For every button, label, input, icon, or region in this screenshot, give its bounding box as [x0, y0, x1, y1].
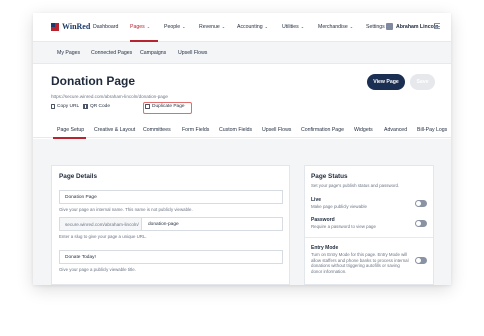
tab-committees[interactable]: Committees: [143, 127, 171, 133]
top-navigation: WinRed Dashboard Pages ⌄ People ⌄ Revenue ⌄…: [33, 13, 451, 42]
subnav-upsell-flows[interactable]: Upsell Flows: [178, 50, 207, 56]
page-details-card: Page Details Donation Page Give your pag…: [51, 165, 290, 285]
slug-help: Enter a slug to give your page a unique …: [59, 234, 147, 239]
copy-icon: [51, 104, 55, 109]
live-label: Live: [311, 197, 322, 203]
view-page-button[interactable]: View Page: [367, 74, 405, 90]
entry-mode-toggle[interactable]: [415, 257, 427, 264]
slug-field[interactable]: secure.winred.com/abraham-lincoln/ donat…: [59, 217, 283, 231]
nav-label: Merchandise: [318, 24, 348, 30]
tab-form-fields[interactable]: Form Fields: [182, 127, 209, 133]
tab-bill-pay-logs[interactable]: Bill-Pay Logs: [417, 127, 447, 133]
page-title: Donation Page: [51, 74, 136, 88]
subnav-connected-pages[interactable]: Connected Pages: [91, 50, 132, 56]
nav-item-utilities[interactable]: Utilities ⌄: [282, 24, 304, 30]
page-status-subtitle: Set your page's publish status and passw…: [311, 183, 400, 188]
tab-page-setup[interactable]: Page Setup: [57, 127, 84, 133]
tab-confirmation-page[interactable]: Confirmation Page: [301, 127, 344, 133]
nav-item-settings[interactable]: Settings: [366, 24, 385, 30]
tab-custom-fields[interactable]: Custom Fields: [219, 127, 252, 133]
tab-creative-layout[interactable]: Creative & Layout: [94, 127, 135, 133]
app-window: WinRed Dashboard Pages ⌄ People ⌄ Revenue ⌄…: [33, 13, 451, 285]
toggle-knob: [416, 201, 421, 206]
duplicate-icon: [145, 104, 150, 109]
chevron-down-icon: ⌄: [221, 24, 226, 29]
save-button[interactable]: Save: [410, 74, 435, 90]
subnav-campaigns[interactable]: Campaigns: [140, 50, 166, 56]
qr-code-icon: [83, 104, 88, 109]
page-name-help: Give your page an internal name. This na…: [59, 207, 193, 212]
nav-item-revenue[interactable]: Revenue ⌄: [199, 24, 225, 30]
live-desc: Make page publicly viewable: [311, 204, 367, 209]
subnav-my-pages[interactable]: My Pages: [57, 50, 80, 56]
nav-label: Accounting: [237, 24, 263, 30]
page-details-title: Page Details: [59, 173, 98, 180]
avatar[interactable]: [386, 23, 393, 30]
winred-logo[interactable]: WinRed: [51, 22, 90, 31]
content-area: Page Details Donation Page Give your pag…: [33, 139, 451, 285]
nav-label: Utilities: [282, 24, 299, 30]
nav-label: Settings: [366, 24, 385, 30]
qr-code-label: QR Code: [90, 104, 110, 109]
slug-prefix-text: secure.winred.com/abraham-lincoln/: [65, 222, 139, 227]
user-name[interactable]: Abraham Lincoln: [396, 24, 438, 30]
logo-text: WinRed: [62, 22, 91, 31]
duplicate-page-button[interactable]: Duplicate Page: [145, 104, 185, 109]
toggle-knob: [416, 258, 421, 263]
page-url[interactable]: https://secure.winred.com/abraham-lincol…: [51, 94, 168, 99]
page-name-field[interactable]: Donation Page: [59, 190, 283, 204]
nav-item-pages[interactable]: Pages ⌄: [130, 24, 150, 30]
copy-url-label: Copy URL: [57, 104, 80, 109]
duplicate-page-label: Duplicate Page: [152, 104, 185, 109]
status-divider: [305, 237, 433, 238]
qr-code-button[interactable]: QR Code: [83, 104, 110, 109]
tab-upsell-flows[interactable]: Upsell Flows: [262, 127, 291, 133]
tab-widgets[interactable]: Widgets: [354, 127, 373, 133]
live-toggle[interactable]: [415, 200, 427, 207]
slug-prefix: secure.winred.com/abraham-lincoln/: [60, 218, 142, 230]
entry-mode-desc: Turn on Entry Mode for this page. Entry …: [311, 252, 409, 274]
tab-advanced[interactable]: Advanced: [384, 127, 407, 133]
entry-mode-label: Entry Mode: [311, 245, 339, 251]
copy-url-button[interactable]: Copy URL: [51, 104, 79, 109]
nav-item-accounting[interactable]: Accounting ⌄: [237, 24, 268, 30]
slug-value: donation-page: [148, 222, 179, 227]
password-toggle[interactable]: [415, 220, 427, 227]
chevron-down-icon: ⌄: [300, 24, 305, 29]
nav-item-merchandise[interactable]: Merchandise ⌄: [318, 24, 353, 30]
chevron-down-icon: ⌄: [349, 24, 354, 29]
password-desc: Require a password to view page: [311, 224, 376, 229]
toggle-knob: [416, 221, 421, 226]
chevron-down-icon: ⌄: [146, 24, 151, 29]
chevron-down-icon: ⌄: [182, 24, 186, 29]
public-title-field[interactable]: Donate Today!: [59, 250, 283, 264]
page-name-value: Donation Page: [65, 195, 97, 200]
page-tabs: Page Setup Creative & Layout Committees …: [33, 122, 451, 139]
flag-icon: [51, 22, 59, 31]
page-status-card: Page Status Set your page's publish stat…: [304, 165, 434, 285]
chevron-down-icon: ⌄: [264, 24, 269, 29]
nav-label: Pages: [130, 24, 145, 30]
sub-navigation: My Pages Connected Pages Campaigns Upsel…: [33, 42, 451, 64]
nav-item-people[interactable]: People ⌄: [164, 24, 186, 30]
hamburger-menu-icon[interactable]: [434, 23, 440, 29]
public-title-help: Give your page a publicly viewable title…: [59, 267, 136, 272]
password-label: Password: [311, 217, 335, 223]
nav-label: People: [164, 24, 181, 30]
nav-label: Dashboard: [93, 24, 119, 30]
nav-label: Revenue: [199, 24, 220, 30]
nav-item-dashboard[interactable]: Dashboard: [93, 24, 118, 30]
page-status-title: Page Status: [311, 173, 348, 180]
public-title-value: Donate Today!: [65, 255, 96, 260]
